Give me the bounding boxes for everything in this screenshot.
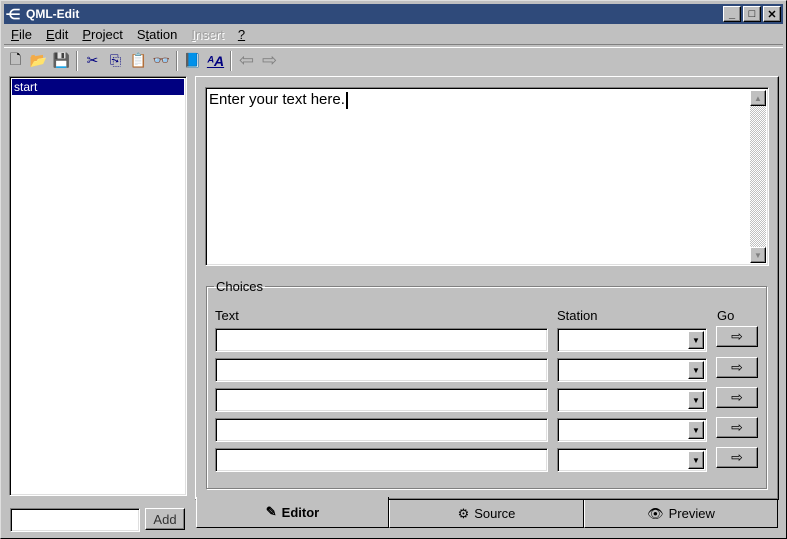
maximize-button[interactable]: □	[743, 6, 761, 22]
tab-editor[interactable]: ✎ Editor	[196, 497, 389, 528]
station-list-item[interactable]: start	[12, 79, 184, 95]
menu-bar: File Edit Project Station Insert ?	[4, 25, 783, 45]
choice-text-input[interactable]	[215, 328, 548, 352]
scroll-up-button[interactable]: ▲	[750, 90, 766, 106]
toolbar: 🗋 📂 💾 ✂ ⎘ 📋 👓 📘 ᴬA ⇦ ⇨	[4, 47, 783, 73]
choice-station-select[interactable]: ▼	[557, 328, 707, 352]
text-caret	[345, 91, 348, 109]
save-icon: 💾	[52, 52, 71, 68]
forward-button: ⇨	[258, 50, 281, 72]
magic-wand-icon: ✎	[265, 504, 277, 519]
back-button: ⇦	[235, 50, 258, 72]
station-list[interactable]: start	[9, 76, 187, 496]
text-editor[interactable]: Enter your text here. ▲ ▼	[205, 87, 769, 266]
paste-button[interactable]: 📋	[127, 50, 150, 72]
menu-file[interactable]: File	[4, 27, 39, 42]
text-column-header: Text	[215, 308, 239, 323]
app-window: ⋲ QML-Edit _ □ ✕ File Edit Project Stati…	[0, 0, 787, 539]
station-column-header: Station	[557, 308, 598, 323]
minimize-button[interactable]: _	[723, 6, 741, 22]
dropdown-arrow-icon[interactable]: ▼	[688, 361, 704, 379]
new-file-icon: 🗋	[9, 50, 22, 67]
copy-button[interactable]: ⎘	[104, 50, 127, 72]
scissors-icon: ✂	[86, 52, 99, 68]
menu-edit[interactable]: Edit	[39, 27, 75, 42]
choice-station-select[interactable]: ▼	[557, 358, 707, 382]
copy-icon: ⎘	[109, 52, 122, 68]
choice-go-button[interactable]: ⇨	[716, 326, 758, 347]
open-folder-icon: 📂	[29, 52, 48, 68]
vertical-scrollbar[interactable]: ▲ ▼	[750, 90, 766, 263]
close-button[interactable]: ✕	[763, 6, 781, 22]
menu-project[interactable]: Project	[75, 27, 129, 42]
go-column-header: Go	[717, 308, 735, 323]
choice-station-select[interactable]: ▼	[557, 388, 707, 412]
eye-icon: 👁	[647, 505, 664, 521]
dropdown-arrow-icon[interactable]: ▼	[688, 451, 704, 469]
toolbar-separator	[76, 50, 78, 71]
book-icon: 📘	[183, 52, 202, 68]
new-file-button[interactable]: 🗋	[4, 50, 27, 72]
up-arrow-icon: ▲	[754, 93, 762, 103]
back-arrow-icon: ⇦	[238, 50, 255, 70]
choice-station-select[interactable]: ▼	[557, 418, 707, 442]
down-arrow-icon: ▼	[754, 250, 762, 260]
choice-go-button[interactable]: ⇨	[716, 417, 758, 438]
dropdown-arrow-icon[interactable]: ▼	[688, 421, 704, 439]
choice-go-button[interactable]: ⇨	[716, 357, 758, 378]
right-arrow-icon: ⇨	[731, 328, 743, 344]
editor-text: Enter your text here.	[209, 91, 348, 109]
gear-icon: ⚙	[457, 505, 470, 521]
title-bar: ⋲ QML-Edit _ □ ✕	[4, 4, 783, 24]
menu-insert: Insert	[191, 27, 224, 42]
cut-button[interactable]: ✂	[81, 50, 104, 72]
choices-legend: Choices	[216, 279, 263, 294]
dropdown-arrow-icon[interactable]: ▼	[688, 331, 704, 349]
tab-source[interactable]: ⚙ Source	[389, 500, 584, 528]
choice-text-input[interactable]	[215, 388, 548, 412]
choice-text-input[interactable]	[215, 448, 548, 472]
right-arrow-icon: ⇨	[731, 419, 743, 435]
add-station-input[interactable]	[10, 508, 140, 532]
choice-text-input[interactable]	[215, 418, 548, 442]
menu-station[interactable]: Station	[130, 27, 185, 42]
right-arrow-icon: ⇨	[731, 449, 743, 465]
find-button[interactable]: 👓	[150, 50, 173, 72]
save-button[interactable]: 💾	[50, 50, 73, 72]
book-button[interactable]: 📘	[181, 50, 204, 72]
choice-go-button[interactable]: ⇨	[716, 387, 758, 408]
qml-fork-icon: ⋲	[6, 5, 20, 22]
choice-station-select[interactable]: ▼	[557, 448, 707, 472]
scroll-down-button[interactable]: ▼	[750, 247, 766, 263]
choice-go-button[interactable]: ⇨	[716, 447, 758, 468]
forward-arrow-icon: ⇨	[261, 50, 278, 70]
open-button[interactable]: 📂	[27, 50, 50, 72]
dropdown-arrow-icon[interactable]: ▼	[688, 391, 704, 409]
tab-preview[interactable]: 👁 Preview	[584, 500, 778, 528]
binoculars-icon: 👓	[152, 52, 171, 68]
font-button[interactable]: ᴬA	[204, 50, 227, 72]
window-title: QML-Edit	[26, 7, 80, 21]
toolbar-separator	[176, 50, 178, 71]
font-icon: ᴬA	[206, 52, 225, 69]
paste-icon: 📋	[129, 52, 148, 68]
toolbar-separator	[230, 50, 232, 71]
choice-text-input[interactable]	[215, 358, 548, 382]
right-arrow-icon: ⇨	[731, 389, 743, 405]
add-station-button[interactable]: Add	[145, 508, 185, 530]
menu-help[interactable]: ?	[231, 27, 252, 42]
right-arrow-icon: ⇨	[731, 359, 743, 375]
